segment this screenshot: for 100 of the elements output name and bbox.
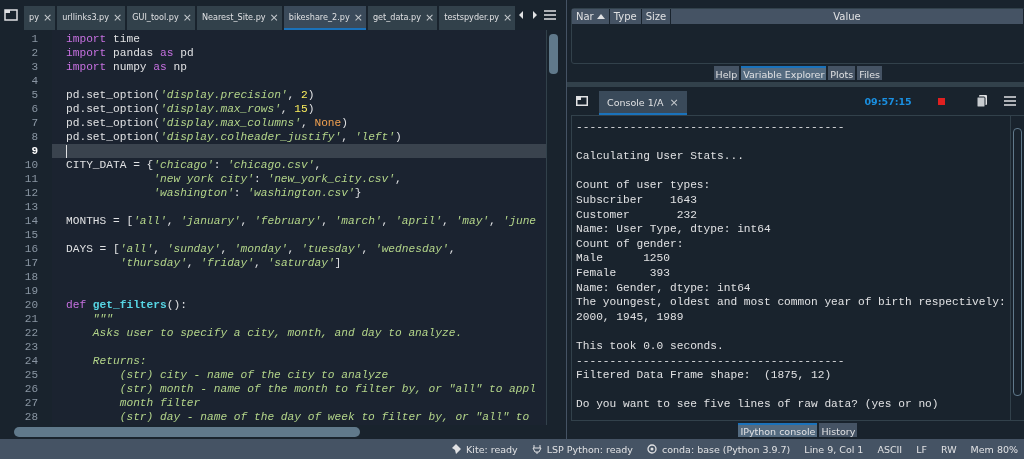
- line-number: 3: [30, 60, 39, 74]
- file-tab[interactable]: get_data.py ×: [367, 6, 438, 30]
- close-icon[interactable]: ×: [113, 10, 123, 24]
- console-output-line: Filtered Data Frame shape: (1875, 12): [576, 368, 833, 383]
- status-text: Kite: ready: [466, 443, 518, 455]
- line-number: 23: [23, 340, 39, 354]
- code-line: import numpy as np: [65, 60, 188, 74]
- console-output-line: Do you want to see five lines of raw data? (yes or no): [576, 397, 940, 412]
- status-text: LSP Python: ready: [546, 443, 633, 455]
- console-output-line: Female 393: [576, 265, 671, 281]
- line-number: 14: [23, 214, 39, 228]
- line-number: 19: [23, 284, 39, 298]
- line-number: 16: [23, 242, 39, 256]
- file-tab[interactable]: py ×: [24, 6, 56, 30]
- line-number: 8: [30, 130, 39, 144]
- line-number: 26: [23, 382, 39, 396]
- line-number: 15: [23, 228, 39, 242]
- code-line: (str) month - name of the month to filter by, or "all" to appl: [118, 382, 537, 396]
- code-line: (str) day - name of the day of week to filter by, or "all" to: [118, 410, 531, 424]
- code-line: 'thursday', 'friday', 'saturday']: [118, 256, 343, 270]
- code-line: pd.set_option('display.precision', 2): [65, 88, 316, 102]
- code-line: Asks user to specify a city, month, and day to analyze.: [91, 326, 464, 340]
- code-line: CITY_DATA = {'chicago': 'chicago.csv',: [65, 158, 323, 172]
- console-output-line: Subscriber 1643: [576, 192, 698, 208]
- column-header[interactable]: Value: [671, 9, 1024, 24]
- line-number: 5: [30, 88, 39, 102]
- file-tab[interactable]: GUI_tool.py ×: [127, 6, 195, 30]
- line-number: 28: [23, 410, 39, 424]
- code-line: 'washington': 'washington.csv'}: [152, 186, 363, 200]
- line-number: 2: [30, 46, 39, 60]
- status-text: RW: [940, 443, 957, 455]
- column-header[interactable]: Type: [609, 9, 642, 24]
- close-icon[interactable]: ×: [269, 10, 279, 24]
- close-icon[interactable]: ×: [425, 10, 435, 24]
- line-number: 25: [23, 368, 39, 382]
- line-number: 10: [23, 158, 39, 172]
- code-line: def get_filters():: [65, 298, 188, 312]
- code-line: import pandas as pd: [65, 46, 195, 60]
- line-number: 9: [30, 144, 39, 158]
- line-number: 24: [23, 354, 39, 368]
- console-output-line: 2000, 1945, 1989: [576, 309, 685, 325]
- code-line: month filter: [118, 396, 202, 410]
- console-output-line: ----------------------------------------: [576, 353, 846, 369]
- file-tab[interactable]: Nearest_Site.py ×: [196, 6, 282, 30]
- code-line: pd.set_option('display.colheader_justify', 'left'): [65, 130, 403, 144]
- line-number: 21: [23, 312, 39, 326]
- console-output-line: Customer 232: [576, 207, 698, 223]
- pane-tab[interactable]: History: [819, 423, 858, 437]
- console-output-line: Name: User Type, dtype: int64: [576, 222, 772, 237]
- close-icon[interactable]: ×: [669, 95, 679, 109]
- file-tab[interactable]: testspyder.py ×: [439, 6, 516, 30]
- status-text: ASCII: [877, 443, 903, 455]
- code-line: """: [91, 312, 114, 326]
- pane-tab[interactable]: IPython console: [738, 423, 818, 437]
- code-line: import time: [65, 32, 141, 46]
- line-number: 27: [23, 396, 39, 410]
- console-tab[interactable]: Console 1/A ×: [599, 91, 687, 115]
- console-output-line: Count of gender:: [576, 236, 685, 252]
- elapsed-time: 09:57:15: [864, 95, 912, 107]
- console-output-line: The youngest, oldest and most common year of birth respectively:: [576, 295, 1006, 310]
- code-line: (str) city - name of the city to analyze: [118, 368, 390, 382]
- close-icon[interactable]: ×: [42, 10, 53, 24]
- code-line: Returns:: [91, 354, 148, 368]
- file-tab[interactable]: urllinks3.py ×: [57, 6, 126, 30]
- line-number: 20: [23, 298, 39, 312]
- close-icon[interactable]: ×: [503, 10, 513, 24]
- line-number: 7: [30, 116, 39, 130]
- code-line: pd.set_option('display.max_columns', None): [65, 116, 349, 130]
- code-line: 'new york city': 'new_york_city.csv',: [152, 172, 403, 186]
- code-line: DAYS = ['all', 'sunday', 'monday', 'tuesday', 'wednesday',: [65, 242, 457, 256]
- console-output-line: ----------------------------------------: [576, 120, 846, 135]
- console-output-line: This took 0.0 seconds.: [576, 338, 725, 354]
- column-header[interactable]: Size: [641, 9, 672, 24]
- status-text: Line 9, Col 1: [804, 443, 864, 455]
- status-text: conda: base (Python 3.9.7): [662, 443, 791, 455]
- line-number: 13: [23, 200, 39, 214]
- line-number: 6: [30, 102, 39, 116]
- pane-tab[interactable]: Files: [857, 66, 883, 80]
- close-icon[interactable]: ×: [182, 10, 192, 24]
- line-number: 4: [30, 74, 39, 88]
- line-number: 11: [23, 172, 39, 186]
- line-number: 18: [23, 270, 39, 284]
- line-number: 1: [30, 32, 39, 46]
- pane-tab[interactable]: Help: [713, 66, 740, 80]
- code-line: MONTHS = ['all', 'january', 'february', 'march', 'april', 'may', 'june: [65, 214, 538, 228]
- file-tab[interactable]: bikeshare_2.py ×: [283, 6, 366, 30]
- console-output-line: Name: Gender, dtype: int64: [576, 280, 752, 296]
- close-icon[interactable]: ×: [353, 10, 363, 24]
- line-number: 12: [23, 186, 39, 200]
- pane-tab[interactable]: Variable Explorer: [741, 66, 827, 80]
- console-output-line: Male 1250: [576, 251, 671, 266]
- status-text: LF: [916, 443, 927, 455]
- console-output-line: Count of user types:: [576, 178, 712, 193]
- code-line: pd.set_option('display.max_rows', 15): [65, 102, 316, 116]
- status-text: Mem 80%: [970, 443, 1018, 455]
- column-header[interactable]: Nar: [572, 9, 610, 24]
- line-number: 17: [23, 256, 39, 270]
- pane-tab[interactable]: Plots: [828, 66, 856, 80]
- line-number: 22: [23, 326, 39, 340]
- console-output-line: Calculating User Stats...: [576, 149, 745, 164]
